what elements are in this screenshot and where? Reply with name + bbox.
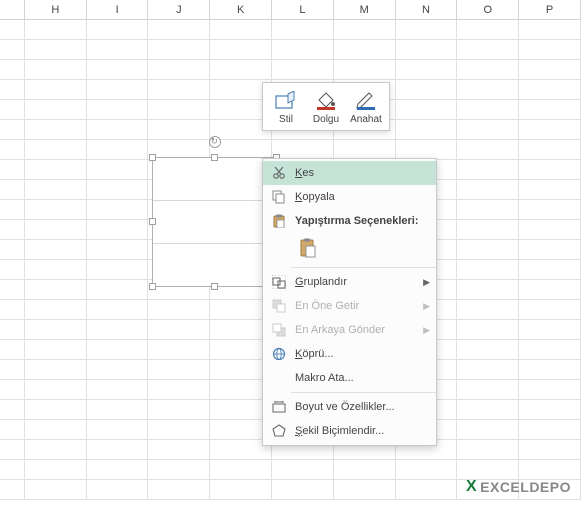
menu-send-back: En Arkaya Gönder ▶ [263, 318, 436, 342]
group-icon [269, 275, 289, 289]
fill-icon [308, 88, 344, 112]
col-header[interactable]: J [148, 0, 210, 20]
context-menu: Kes Kopyala Yapıştırma Seçenekleri: Grup… [262, 158, 437, 446]
col-header[interactable]: L [272, 0, 334, 20]
paste-icon [269, 214, 289, 228]
col-header-blank [0, 0, 25, 20]
size-icon [269, 400, 289, 414]
menu-cut[interactable]: Kes [263, 161, 436, 185]
col-header[interactable]: H [25, 0, 87, 20]
col-header[interactable]: P [519, 0, 581, 20]
menu-paste-label: Yapıştırma Seçenekleri: [295, 215, 430, 227]
submenu-arrow-icon: ▶ [423, 277, 430, 288]
menu-size-props[interactable]: Boyut ve Özellikler... [263, 395, 436, 419]
style-icon [268, 88, 304, 112]
paste-options-row [263, 233, 436, 265]
col-header[interactable]: K [210, 0, 272, 20]
menu-size-label: Boyut ve Özellikler... [295, 401, 430, 413]
fill-label: Dolgu [308, 114, 344, 125]
resize-handle-tl[interactable] [149, 154, 156, 161]
col-header[interactable]: O [457, 0, 519, 20]
column-headers: H I J K L M N O P [0, 0, 581, 20]
cut-icon [269, 166, 289, 180]
menu-bring-front-label: En Öne Getir [295, 300, 423, 312]
format-shape-icon [269, 424, 289, 438]
send-back-icon [269, 323, 289, 337]
menu-format-shape[interactable]: Şekil Biçimlendir... [263, 419, 436, 443]
col-header[interactable]: I [87, 0, 149, 20]
clipboard-icon [299, 238, 317, 258]
menu-separator [291, 267, 436, 268]
resize-handle-ml[interactable] [149, 218, 156, 225]
outline-label: Anahat [348, 114, 384, 125]
selected-shape[interactable] [152, 157, 277, 287]
menu-hyperlink[interactable]: Köprü... [263, 342, 436, 366]
menu-group-label: Gruplandır [295, 276, 423, 288]
outline-button[interactable]: Anahat [346, 86, 386, 127]
style-label: Stil [268, 114, 304, 125]
copy-icon [269, 190, 289, 204]
menu-separator [291, 392, 436, 393]
hyperlink-icon [269, 347, 289, 361]
menu-copy[interactable]: Kopyala [263, 185, 436, 209]
menu-assign-macro[interactable]: Makro Ata... [263, 366, 436, 390]
excel-logo-icon: X [466, 478, 477, 496]
mini-toolbar: Stil Dolgu Anahat [262, 82, 390, 131]
menu-format-label: Şekil Biçimlendir... [295, 425, 430, 437]
paste-option-button[interactable] [295, 235, 321, 261]
watermark-text: EXCELDEPO [480, 479, 571, 495]
menu-hyperlink-label: Köprü... [295, 348, 430, 360]
rotate-handle[interactable] [209, 136, 221, 148]
menu-bring-front: En Öne Getir ▶ [263, 294, 436, 318]
menu-group[interactable]: Gruplandır ▶ [263, 270, 436, 294]
style-button[interactable]: Stil [266, 86, 306, 127]
fill-button[interactable]: Dolgu [306, 86, 346, 127]
resize-handle-tm[interactable] [211, 154, 218, 161]
col-header[interactable]: N [396, 0, 458, 20]
menu-paste-options: Yapıştırma Seçenekleri: [263, 209, 436, 233]
menu-cut-label: Kes [295, 167, 430, 179]
resize-handle-bl[interactable] [149, 283, 156, 290]
col-header[interactable]: M [334, 0, 396, 20]
submenu-arrow-icon: ▶ [423, 325, 430, 336]
menu-send-back-label: En Arkaya Gönder [295, 324, 423, 336]
watermark: X EXCELDEPO [466, 478, 571, 496]
menu-macro-label: Makro Ata... [295, 372, 430, 384]
resize-handle-bm[interactable] [211, 283, 218, 290]
outline-icon [348, 88, 384, 112]
menu-copy-label: Kopyala [295, 191, 430, 203]
submenu-arrow-icon: ▶ [423, 301, 430, 312]
bring-front-icon [269, 299, 289, 313]
